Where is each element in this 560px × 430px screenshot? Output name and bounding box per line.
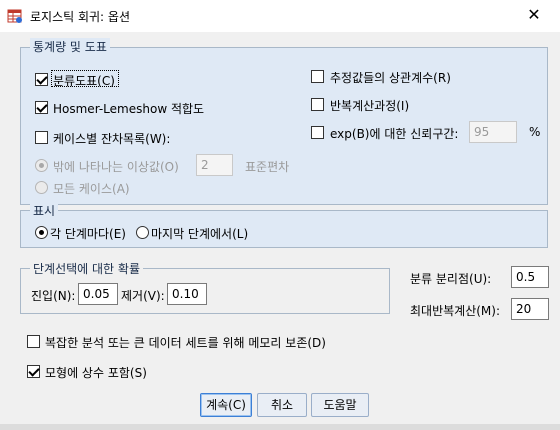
- each-step-radio[interactable]: [35, 226, 48, 239]
- outliers-radio[interactable]: [35, 159, 48, 172]
- entry-label: 진입(N):: [31, 289, 76, 303]
- ci-exp-unit-label: %: [529, 125, 541, 139]
- window-title: 로지스틱 회귀: 옵션: [30, 10, 130, 24]
- ci-exp-label[interactable]: exp(B)에 대한 신뢰구간:: [330, 125, 458, 142]
- close-icon[interactable]: ✕: [524, 5, 544, 25]
- cutoff-label: 분류 분리점(U):: [410, 272, 492, 286]
- last-step-radio[interactable]: [136, 226, 149, 239]
- removal-input[interactable]: 0.10: [167, 283, 207, 305]
- hosmer-lemeshow-checkbox[interactable]: [35, 101, 48, 114]
- taskbar-strip: [0, 424, 560, 430]
- stats-group-label: 통계량 및 도표: [30, 38, 110, 55]
- cutoff-input[interactable]: 0.5: [511, 266, 549, 288]
- correlations-label[interactable]: 추정값들의 상관계수(R): [330, 69, 451, 86]
- title-bar: 로지스틱 회귀: 옵션 ✕: [0, 0, 560, 32]
- casewise-residuals-label[interactable]: 케이스별 잔차목록(W):: [53, 130, 170, 147]
- spss-table-icon: [7, 9, 22, 23]
- include-constant-checkbox[interactable]: [27, 365, 40, 378]
- display-group-label: 표시: [30, 202, 59, 219]
- focus-indicator: [51, 70, 119, 87]
- hosmer-lemeshow-label[interactable]: Hosmer-Lemeshow 적합도: [53, 100, 204, 117]
- ci-exp-input[interactable]: 95: [469, 121, 517, 143]
- entry-input[interactable]: 0.05: [78, 283, 118, 305]
- all-cases-label[interactable]: 모든 케이스(A): [53, 180, 130, 197]
- last-step-label[interactable]: 마지막 단계에서(L): [151, 225, 248, 242]
- removal-label: 제거(V):: [121, 289, 165, 303]
- continue-button[interactable]: 계속(C): [200, 393, 252, 417]
- ci-exp-checkbox[interactable]: [311, 126, 324, 139]
- include-constant-label[interactable]: 모형에 상수 포함(S): [45, 364, 147, 381]
- correlations-checkbox[interactable]: [311, 70, 324, 83]
- classification-plot-checkbox[interactable]: [35, 73, 48, 86]
- all-cases-radio[interactable]: [35, 181, 48, 194]
- iteration-history-checkbox[interactable]: [311, 98, 324, 111]
- max-iterations-input[interactable]: 20: [511, 298, 549, 320]
- casewise-residuals-checkbox[interactable]: [35, 131, 48, 144]
- outliers-label[interactable]: 밖에 나타나는 이상값(O): [53, 158, 179, 175]
- iteration-history-label[interactable]: 반복계산과정(I): [330, 97, 409, 114]
- stepwise-group-label: 단계선택에 대한 확률: [30, 260, 143, 277]
- cancel-button[interactable]: 취소: [257, 393, 307, 417]
- each-step-label[interactable]: 각 단계마다(E): [50, 225, 126, 242]
- help-button[interactable]: 도움말: [311, 393, 369, 417]
- outliers-sd-input[interactable]: 2: [196, 154, 233, 176]
- outliers-unit-label: 표준편차: [245, 160, 290, 174]
- max-iterations-label: 최대반복계산(M):: [410, 304, 501, 318]
- conserve-memory-label[interactable]: 복잡한 분석 또는 큰 데이터 세트를 위해 메모리 보존(D): [45, 334, 326, 351]
- conserve-memory-checkbox[interactable]: [27, 335, 40, 348]
